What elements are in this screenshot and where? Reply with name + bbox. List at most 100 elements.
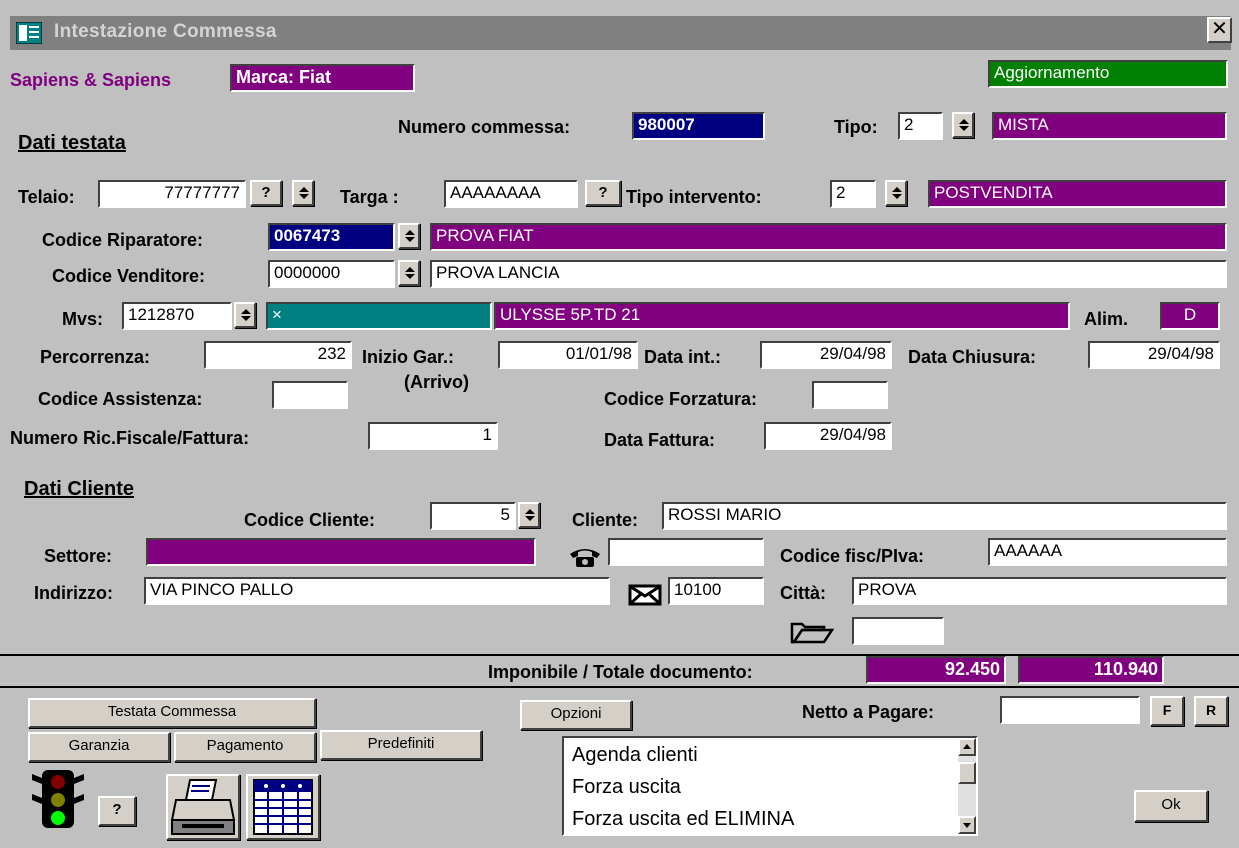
list-item[interactable]: Forza uscita ed ELIMINA bbox=[572, 808, 794, 831]
tipo-dropdown[interactable] bbox=[952, 112, 974, 138]
ok-button[interactable]: Ok bbox=[1134, 790, 1208, 822]
arrivo-label: (Arrivo) bbox=[404, 372, 470, 392]
telefono-field[interactable] bbox=[608, 538, 764, 566]
section-dati-cliente: Dati Cliente bbox=[24, 478, 135, 500]
title-bar: Intestazione Commessa bbox=[10, 16, 1231, 50]
telaio-help-button[interactable]: ? bbox=[250, 180, 282, 206]
scroll-up-icon bbox=[963, 744, 971, 749]
data-chiusura-field[interactable]: 29/04/98 bbox=[1088, 341, 1220, 369]
numero-commessa-field[interactable]: 980007 bbox=[632, 112, 765, 140]
settore-field[interactable] bbox=[146, 538, 536, 566]
mvs-dropdown[interactable] bbox=[234, 302, 256, 328]
numero-ricevuta-field[interactable]: 1 bbox=[368, 422, 498, 450]
printer-icon bbox=[170, 779, 236, 835]
codice-fiscale-field[interactable]: AAAAAA bbox=[988, 538, 1227, 566]
data-int-field[interactable]: 29/04/98 bbox=[760, 341, 892, 369]
cliente-field[interactable]: ROSSI MARIO bbox=[662, 502, 1227, 530]
citta-label: Città: bbox=[780, 583, 826, 603]
mvs-marker-field: × bbox=[266, 302, 492, 330]
mvs-desc-field: ULYSSE 5P.TD 21 bbox=[494, 302, 1070, 330]
tipo-intervento-desc-field: POSTVENDITA bbox=[928, 180, 1227, 208]
print-button[interactable] bbox=[166, 774, 240, 840]
alim-field: D bbox=[1160, 302, 1220, 330]
envelope-icon bbox=[628, 584, 662, 606]
numero-ricevuta-label: Numero Ric.Fiscale/Fattura: bbox=[10, 428, 250, 448]
codice-assistenza-label: Codice Assistenza: bbox=[38, 389, 203, 409]
tipo-intervento-dropdown[interactable] bbox=[885, 180, 907, 206]
close-button[interactable]: ✕ bbox=[1207, 17, 1232, 43]
brand-field: Marca: Fiat bbox=[230, 64, 415, 92]
mvs-field[interactable]: 1212870 bbox=[122, 302, 232, 330]
totale-field: 110.940 bbox=[1018, 656, 1164, 684]
cliente-label: Cliente: bbox=[572, 510, 639, 530]
data-chiusura-label: Data Chiusura: bbox=[908, 347, 1037, 367]
imponibile-field: 92.450 bbox=[866, 656, 1006, 684]
codice-forzatura-field[interactable] bbox=[812, 381, 888, 409]
options-listbox[interactable]: Agenda clienti Forza uscita Forza uscita… bbox=[562, 736, 978, 836]
alim-label: Alim. bbox=[1084, 309, 1129, 329]
inizio-garanzia-field[interactable]: 01/01/98 bbox=[498, 341, 638, 369]
r-button[interactable]: R bbox=[1194, 696, 1228, 726]
traffic-light-icon[interactable] bbox=[30, 768, 86, 830]
data-int-label: Data int.: bbox=[644, 347, 722, 367]
scroll-down-button[interactable] bbox=[958, 816, 976, 834]
tipo-desc-field: MISTA bbox=[992, 112, 1227, 140]
codice-riparatore-field[interactable]: 0067473 bbox=[268, 223, 395, 251]
netto-pagare-field[interactable] bbox=[1000, 696, 1140, 724]
percorrenza-field[interactable]: 232 bbox=[204, 341, 352, 369]
inizio-garanzia-label: Inizio Gar.: bbox=[362, 347, 455, 367]
help-button[interactable]: ? bbox=[98, 796, 136, 826]
list-item[interactable]: Agenda clienti bbox=[572, 744, 698, 767]
riparatore-desc-field: PROVA FIAT bbox=[430, 223, 1227, 251]
testata-commessa-button[interactable]: Testata Commessa bbox=[28, 698, 316, 728]
tipo-intervento-label: Tipo intervento: bbox=[626, 187, 762, 207]
indirizzo-field[interactable]: VIA PINCO PALLO bbox=[144, 577, 610, 605]
company-name: Sapiens & Sapiens bbox=[10, 70, 172, 90]
garanzia-button[interactable]: Garanzia bbox=[28, 732, 170, 762]
calendar-button[interactable] bbox=[246, 774, 320, 840]
main-window: Intestazione Commessa ✕ Sapiens & Sapien… bbox=[0, 0, 1239, 848]
cartella-field[interactable] bbox=[852, 617, 944, 645]
app-icon bbox=[16, 22, 42, 44]
codice-venditore-field[interactable]: 0000000 bbox=[268, 260, 395, 288]
folder-icon bbox=[790, 622, 834, 644]
codice-assistenza-field[interactable] bbox=[272, 381, 348, 409]
listbox-scrollbar[interactable] bbox=[958, 738, 976, 834]
data-fattura-field[interactable]: 29/04/98 bbox=[764, 422, 892, 450]
codice-fiscale-label: Codice fisc/PIva: bbox=[780, 546, 925, 566]
scroll-thumb[interactable] bbox=[958, 762, 976, 784]
separator-line-bottom bbox=[0, 686, 1239, 688]
venditore-desc-field: PROVA LANCIA bbox=[430, 260, 1227, 288]
pagamento-button[interactable]: Pagamento bbox=[174, 732, 316, 762]
codice-cliente-field[interactable]: 5 bbox=[430, 502, 516, 530]
predefiniti-button[interactable]: Predefiniti bbox=[320, 730, 482, 760]
codice-riparatore-label: Codice Riparatore: bbox=[42, 230, 204, 250]
scroll-down-icon bbox=[963, 823, 971, 828]
telaio-dropdown[interactable] bbox=[292, 180, 314, 206]
close-icon: ✕ bbox=[1211, 18, 1228, 40]
totale-documento-label: Imponibile / Totale documento: bbox=[488, 662, 753, 682]
settore-label: Settore: bbox=[44, 546, 113, 566]
f-button[interactable]: F bbox=[1150, 696, 1184, 726]
codice-cliente-dropdown[interactable] bbox=[518, 502, 540, 528]
codice-venditore-label: Codice Venditore: bbox=[52, 266, 206, 286]
scroll-up-button[interactable] bbox=[958, 738, 976, 756]
indirizzo-label: Indirizzo: bbox=[34, 583, 113, 603]
tipo-intervento-code-field[interactable]: 2 bbox=[830, 180, 876, 208]
telephone-icon bbox=[570, 549, 600, 567]
calendar-grid-icon bbox=[253, 779, 313, 835]
venditore-dropdown[interactable] bbox=[398, 260, 420, 286]
telaio-label: Telaio: bbox=[18, 187, 75, 207]
mode-status: Aggiornamento bbox=[988, 60, 1228, 88]
citta-field[interactable]: PROVA bbox=[852, 577, 1227, 605]
telaio-field[interactable]: 77777777 bbox=[98, 180, 246, 208]
cap-field[interactable]: 10100 bbox=[668, 577, 764, 605]
tipo-code-field[interactable]: 2 bbox=[898, 112, 943, 140]
riparatore-dropdown[interactable] bbox=[398, 223, 420, 249]
targa-field[interactable]: AAAAAAAA bbox=[444, 180, 578, 208]
codice-cliente-label: Codice Cliente: bbox=[244, 510, 376, 530]
mvs-label: Mvs: bbox=[62, 309, 104, 329]
opzioni-button[interactable]: Opzioni bbox=[520, 700, 632, 730]
list-item[interactable]: Forza uscita bbox=[572, 776, 681, 799]
targa-help-button[interactable]: ? bbox=[585, 180, 621, 206]
